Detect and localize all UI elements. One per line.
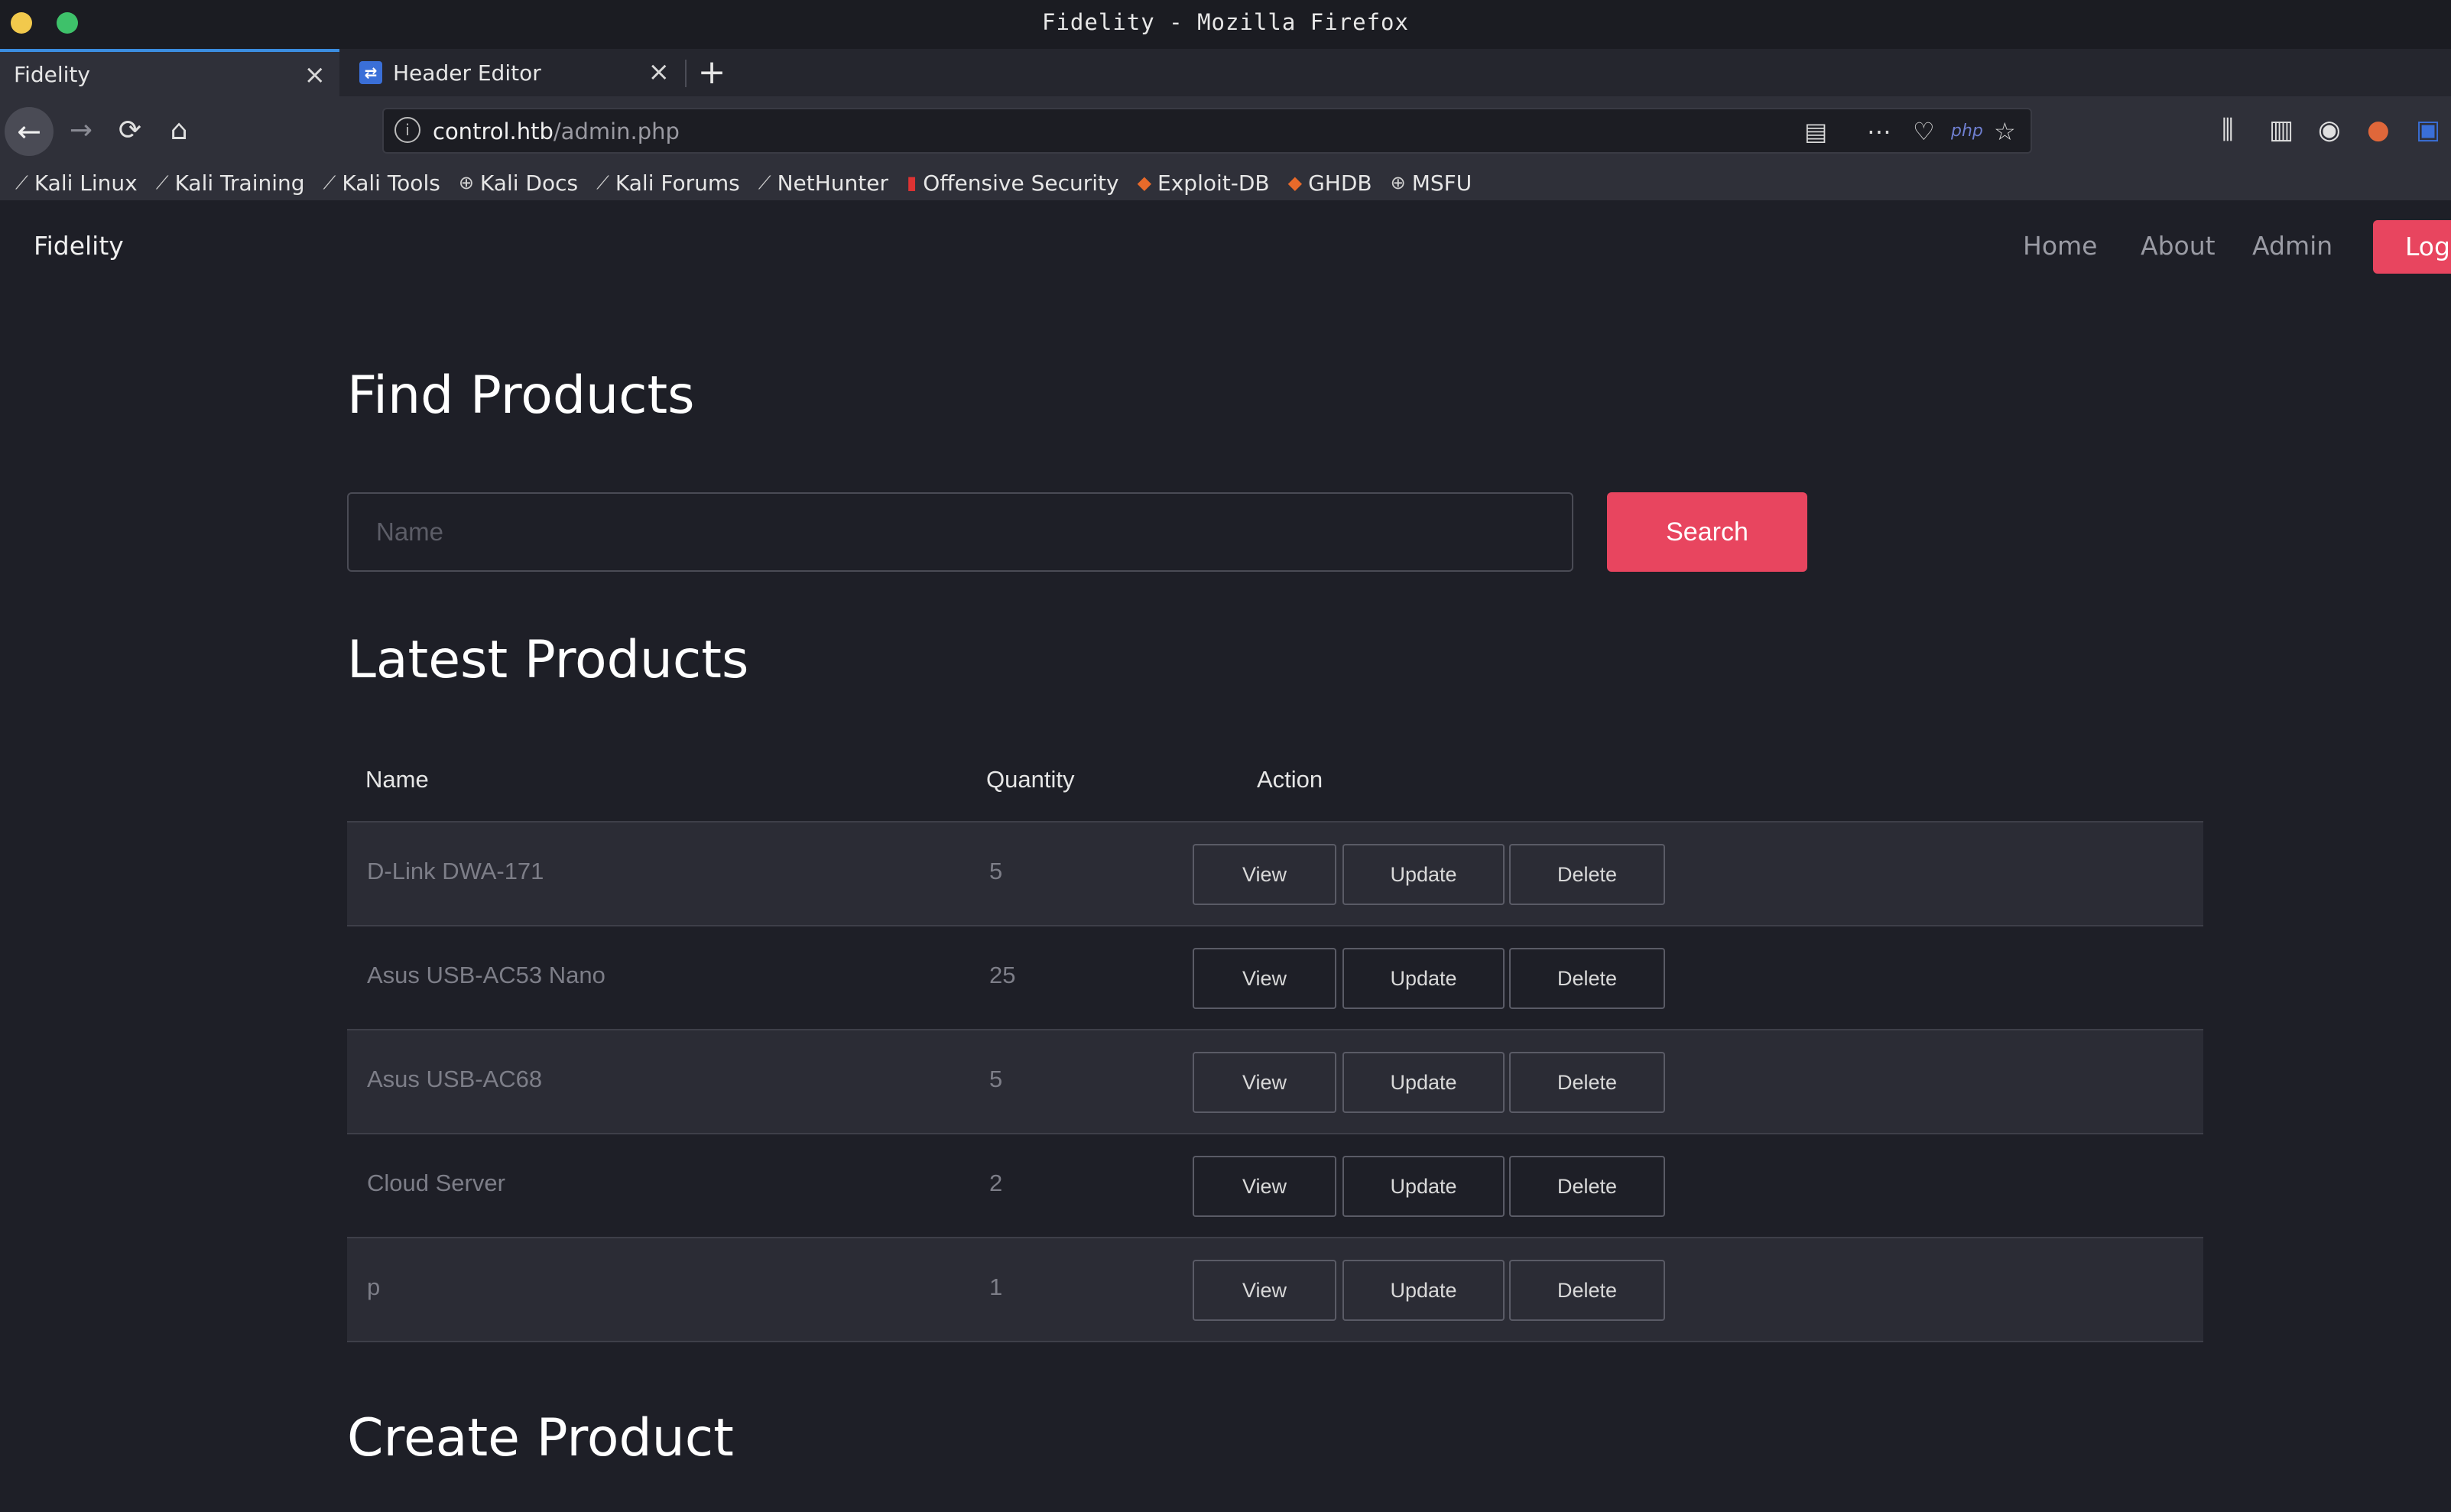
header-editor-favicon-icon: ⇄ [359,61,382,84]
site-brand[interactable]: Fidelity [34,231,124,261]
url-path: /admin.php [553,118,680,144]
table-row: Cloud Server 2 View Update Delete [347,1134,2203,1238]
window-title: Fidelity - Mozilla Firefox [1042,9,1409,35]
kali-dragon-icon: ⟋ [155,172,169,193]
update-button[interactable]: Update [1342,844,1505,905]
kali-dragon-icon: ⟋ [323,172,336,193]
tab-strip: Fidelity × ⇄ Header Editor × [0,49,2451,96]
delete-button[interactable]: Delete [1509,1052,1665,1113]
globe-icon: ⊕ [1390,172,1406,193]
exploitdb-icon: ◆ [1287,172,1303,193]
product-name: Asus USB-AC53 Nano [367,962,605,988]
site-info-icon[interactable]: i [394,117,420,143]
update-button[interactable]: Update [1342,1260,1505,1321]
bookmark-kali-training[interactable]: ⟋ Kali Training [156,170,305,196]
back-button[interactable]: ← [5,107,54,156]
library-icon[interactable]: ⫼ [2222,115,2234,145]
new-tab-icon[interactable]: + [693,54,731,92]
latest-products-heading: Latest Products [347,630,749,690]
view-button[interactable]: View [1193,1052,1336,1113]
product-name: p [367,1274,381,1300]
product-quantity: 5 [989,1066,1003,1092]
view-button[interactable]: View [1193,948,1336,1009]
update-button[interactable]: Update [1342,1052,1505,1113]
reload-icon[interactable]: ⟳ [107,108,153,154]
product-name: Cloud Server [367,1170,505,1196]
table-row: D-Link DWA-171 5 View Update Delete [347,823,2203,926]
tab-label: Header Editor [393,60,541,86]
column-header-quantity: Quantity [986,766,1075,793]
offsec-icon: ▮ [907,172,917,193]
exploitdb-icon: ◆ [1137,172,1152,193]
bookmarks-toolbar: ⟋ Kali Linux ⟋ Kali Training ⟋ Kali Tools ⊕… [0,165,2451,200]
tab-separator [685,60,687,87]
search-button[interactable]: Search [1607,492,1807,572]
update-button[interactable]: Update [1342,948,1505,1009]
php-extension-icon[interactable]: php [1951,122,1983,141]
account-icon[interactable]: ◉ [2318,115,2341,145]
product-name-search-input[interactable] [347,492,1573,572]
find-products-heading: Find Products [347,365,695,426]
kali-dragon-icon: ⟋ [758,172,771,193]
close-tab-icon[interactable]: × [648,57,670,87]
globe-icon: ⊕ [458,172,474,193]
create-product-heading: Create Product [347,1408,734,1468]
product-quantity: 5 [989,858,1003,884]
products-table: Name Quantity Action D-Link DWA-171 5 Vi… [347,746,2203,1342]
kali-dragon-icon: ⟋ [15,172,28,193]
bookmark-star-icon[interactable]: ☆ [1994,117,2016,146]
url-text: control.htb/admin.php [433,118,680,144]
bookmark-kali-tools[interactable]: ⟋ Kali Tools [323,170,440,196]
bookmark-kali-docs[interactable]: ⊕ Kali Docs [459,170,578,196]
product-name: Asus USB-AC68 [367,1066,543,1092]
address-bar[interactable]: i control.htb/admin.php ▤ ⋯ ♡ php ☆ [382,108,2032,154]
product-name: D-Link DWA-171 [367,858,544,884]
product-quantity: 1 [989,1274,1003,1300]
delete-button[interactable]: Delete [1509,1260,1665,1321]
window-titlebar: Fidelity - Mozilla Firefox [0,0,2451,49]
bookmark-msfu[interactable]: ⊕ MSFU [1391,170,1472,196]
bookmark-kali-linux[interactable]: ⟋ Kali Linux [15,170,138,196]
reader-view-icon[interactable]: ▤ [1804,117,1827,146]
close-tab-icon[interactable]: × [304,60,326,90]
update-button[interactable]: Update [1342,1156,1505,1217]
table-row: Asus USB-AC68 5 View Update Delete [347,1030,2203,1134]
tab-fidelity[interactable]: Fidelity × [0,49,339,96]
column-header-action: Action [1257,766,1323,793]
bookmark-offensive-security[interactable]: ▮ Offensive Security [907,170,1119,196]
column-header-name: Name [365,766,429,793]
bookmark-kali-forums[interactable]: ⟋ Kali Forums [596,170,740,196]
bookmark-nethunter[interactable]: ⟋ NetHunter [758,170,888,196]
tab-label: Fidelity [14,61,90,87]
extension-fox-icon[interactable]: ● [2367,115,2390,145]
view-button[interactable]: View [1193,1156,1336,1217]
page-actions-icon[interactable]: ⋯ [1867,117,1891,146]
delete-button[interactable]: Delete [1509,844,1665,905]
bookmark-ghdb[interactable]: ◆ GHDB [1288,170,1372,196]
tab-header-editor[interactable]: ⇄ Header Editor × [346,49,683,96]
nav-home-link[interactable]: Home [2023,231,2097,261]
nav-admin-link[interactable]: Admin [2252,231,2333,261]
site-navbar: Fidelity Home About Admin Log [0,200,2451,292]
kali-dragon-icon: ⟋ [596,172,609,193]
login-button[interactable]: Log [2373,220,2451,274]
back-arrow-icon: ← [17,115,41,148]
sidebar-icon[interactable]: ▥ [2269,115,2294,145]
view-button[interactable]: View [1193,1260,1336,1321]
delete-button[interactable]: Delete [1509,1156,1665,1217]
home-icon[interactable]: ⌂ [156,108,202,154]
header-editor-extension-icon[interactable]: ▣ [2416,115,2440,145]
delete-button[interactable]: Delete [1509,948,1665,1009]
view-button[interactable]: View [1193,844,1336,905]
url-host: control.htb [433,118,554,144]
product-quantity: 25 [989,962,1016,988]
table-row: Asus USB-AC53 Nano 25 View Update Delete [347,926,2203,1030]
forward-arrow-icon[interactable]: → [58,108,104,154]
table-header: Name Quantity Action [347,746,2203,823]
bookmark-exploit-db[interactable]: ◆ Exploit-DB [1138,170,1270,196]
table-row: p 1 View Update Delete [347,1238,2203,1342]
pocket-icon[interactable]: ♡ [1913,117,1935,146]
product-quantity: 2 [989,1170,1003,1196]
nav-about-link[interactable]: About [2141,231,2216,261]
